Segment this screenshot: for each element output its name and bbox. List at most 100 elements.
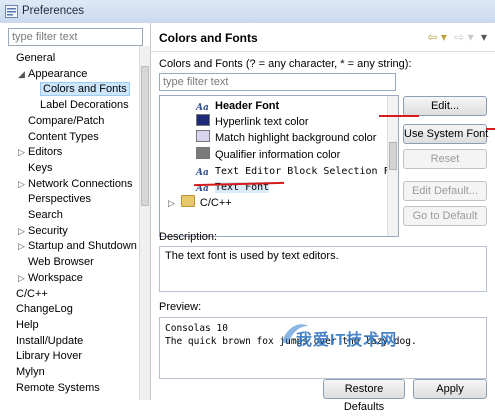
tree-item[interactable]: ▷ Network Connections (18, 177, 133, 192)
tree-item[interactable]: Content Types (18, 130, 99, 145)
filter-label: Colors and Fonts (? = any character, * =… (159, 58, 412, 70)
tree-item[interactable]: ▷ Security (18, 224, 68, 239)
color-font-item[interactable]: Match highlight background color (196, 130, 376, 146)
list-scrollbar-thumb[interactable] (389, 142, 397, 170)
tree-item-label: Label Decorations (40, 99, 129, 112)
color-font-item[interactable]: Qualifier information color (196, 146, 341, 163)
tree-item[interactable]: Compare/Patch (18, 114, 104, 129)
tree-item-label: Appearance (28, 67, 88, 80)
tree-item-label: C/C++ (16, 287, 48, 300)
tree-item-label: Content Types (28, 130, 99, 143)
tree-item-label: Workspace (28, 271, 83, 284)
tree-item-label: Help (16, 318, 39, 331)
tree-item[interactable]: ◢ Appearance (18, 67, 87, 82)
page-title: Colors and Fonts (159, 31, 258, 45)
tree-item-label: General (16, 52, 56, 64)
use-system-font-button[interactable]: Use System Font (403, 124, 488, 144)
tree-item-label: Mylyn (16, 366, 45, 378)
color-font-item-label: Qualifier information color (215, 148, 341, 161)
tree-item[interactable]: Perspectives (18, 192, 91, 207)
view-menu-icon[interactable]: ▾ (481, 30, 487, 44)
colors-fonts-list[interactable]: Aa Header Font Hyperlink text color Match h… (159, 95, 399, 237)
color-font-item-label: Match highlight background color (215, 132, 377, 145)
expand-arrow-icon[interactable]: ▷ (18, 177, 28, 192)
expand-arrow-icon[interactable]: ▷ (168, 198, 175, 208)
tree-item-label: Network Connections (28, 177, 133, 190)
tree-item-label: ChangeLog (16, 303, 73, 316)
tree-item-label: Install/Update (16, 334, 84, 347)
tree-item[interactable]: Help (6, 318, 39, 333)
back-arrow-icon[interactable]: ⇦ ▾ (427, 30, 446, 44)
tree-item[interactable]: Library Hover (6, 349, 82, 364)
header-divider (151, 51, 495, 52)
preview-label: Preview: (159, 301, 202, 313)
watermark-text: 我爱IT技术网 (296, 332, 398, 349)
tree-item-label: Editors (28, 146, 63, 159)
color-swatch-icon (196, 146, 210, 159)
annotation-mark-edit (379, 115, 419, 117)
description-label: Description: (159, 231, 218, 243)
color-font-item[interactable]: Aa Text Font (196, 179, 270, 195)
preferences-app-icon (5, 5, 18, 18)
color-font-item[interactable]: Hyperlink text color (196, 114, 309, 130)
tree-item[interactable]: Remote Systems (6, 381, 100, 396)
tree-item[interactable]: Label Decorations (30, 98, 129, 113)
tree-item[interactable]: ▷ Editors (18, 145, 62, 160)
color-font-item[interactable]: Aa Text Editor Block Selection Font (196, 163, 399, 179)
tree-item[interactable]: C/C++ (6, 287, 48, 302)
tree-item[interactable]: General (6, 51, 55, 66)
expand-arrow-icon[interactable]: ▷ (18, 239, 28, 254)
restore-defaults-button[interactable]: Restore Defaults (323, 379, 405, 413)
expanded-arrow-icon[interactable]: ◢ (18, 67, 28, 82)
tree-item-label: Compare/Patch (28, 114, 105, 127)
apply-button[interactable]: Apply (413, 379, 487, 399)
annotation-mark-system-font (486, 128, 495, 130)
tree-item[interactable]: ChangeLog (6, 302, 73, 317)
title-bar: Preferences (0, 0, 495, 24)
tree-item[interactable]: Install/Update (6, 334, 83, 349)
tree-item-label: Library Hover (16, 350, 83, 363)
color-swatch-icon (196, 114, 210, 127)
tree-scrollbar-thumb[interactable] (141, 66, 149, 206)
edit-default-button[interactable]: Edit Default... (403, 181, 487, 201)
tree-item-label: Colors and Fonts (40, 82, 130, 97)
tree-item-label: Remote Systems (16, 381, 100, 394)
description-text: The text font is used by text editors. (165, 250, 339, 262)
tree-item[interactable]: Web Browser (18, 255, 94, 270)
tree-item-label: Security (28, 224, 68, 237)
tree-scrollbar[interactable] (139, 46, 150, 400)
expand-arrow-icon[interactable]: ▷ (18, 224, 28, 239)
tree-item-label: Keys (28, 161, 53, 174)
list-scrollbar[interactable] (387, 96, 398, 236)
color-font-item-label: Header Font (215, 100, 280, 112)
expand-arrow-icon[interactable]: ▷ (18, 271, 28, 286)
color-font-item[interactable]: ▷ C/C++ (168, 195, 232, 211)
color-font-item-label: Text Editor Block Selection Font (215, 165, 399, 177)
tree-item[interactable]: Keys (18, 161, 52, 176)
edit-button[interactable]: Edit... (403, 96, 487, 116)
preferences-tree-pane: type filter text General ◢ Appearance Color… (0, 23, 151, 400)
tree-item-label: Perspectives (28, 193, 91, 206)
tree-item[interactable]: Colors and Fonts (30, 82, 130, 97)
forward-arrow-icon[interactable]: ⇨ ▾ (454, 30, 473, 44)
color-font-item-label: C/C++ (199, 197, 232, 210)
window-title: Preferences (22, 5, 85, 17)
tree-item[interactable]: Search (18, 208, 63, 223)
tree-item[interactable]: ▷ Startup and Shutdown (18, 239, 137, 254)
expand-arrow-icon[interactable]: ▷ (18, 145, 28, 160)
tree-item[interactable]: Mylyn (6, 365, 45, 380)
description-box: The text font is used by text editors. (159, 246, 487, 292)
reset-button[interactable]: Reset (403, 149, 487, 169)
watermark: 我爱IT技术网 (296, 326, 397, 350)
tree-item-label: Startup and Shutdown (28, 240, 137, 253)
tree-item-label: Web Browser (28, 256, 94, 269)
history-nav: ⇦ ▾ ⇨ ▾ ▾ (423, 30, 487, 44)
tree-item[interactable]: ▷ Workspace (18, 271, 83, 286)
tree-item-label: Search (28, 209, 63, 221)
go-to-default-button[interactable]: Go to Default (403, 206, 487, 226)
colors-filter-input[interactable]: type filter text (159, 73, 396, 91)
color-font-item-label: Hyperlink text color (215, 116, 309, 129)
color-swatch-icon (196, 130, 210, 143)
tree-filter-input[interactable]: type filter text (8, 28, 143, 46)
color-font-item[interactable]: Aa Header Font (196, 98, 279, 114)
